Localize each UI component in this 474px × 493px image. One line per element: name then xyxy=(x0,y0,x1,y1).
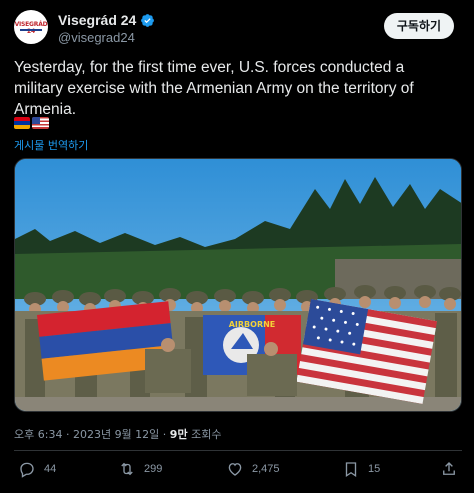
reply-button[interactable]: 44 xyxy=(18,460,56,478)
reply-count: 44 xyxy=(44,463,57,475)
handle[interactable]: @visegrad24 xyxy=(58,30,155,45)
tweet: VISEGRÁD 24 Visegrád 24 @visegrad24 구독하기… xyxy=(0,0,474,493)
avatar-logo: VISEGRÁD 24 xyxy=(14,21,48,35)
translate-post-link[interactable]: 게시물 번역하기 xyxy=(14,137,88,153)
action-bar: 44 299 2,475 15 xyxy=(14,460,462,486)
flag-emojis xyxy=(14,117,49,129)
armenia-flag-icon xyxy=(14,117,30,129)
tweet-header: VISEGRÁD 24 Visegrád 24 @visegrad24 구독하기 xyxy=(14,10,462,50)
tweet-meta: 오후 6:34 · 2023년 9월 12일 · 9만 조회수 xyxy=(14,426,221,442)
share-button[interactable] xyxy=(440,460,458,478)
tweet-photo[interactable]: AIRBORNE xyxy=(14,158,462,412)
author-info: Visegrád 24 @visegrad24 xyxy=(58,12,155,45)
bookmark-icon xyxy=(345,462,357,478)
post-date[interactable]: 2023년 9월 12일 xyxy=(73,428,159,441)
subscribe-button[interactable]: 구독하기 xyxy=(383,13,454,39)
tweet-text: Yesterday, for the first time ever, U.S.… xyxy=(14,59,414,118)
retweet-button[interactable]: 299 xyxy=(118,460,162,478)
group-photo-illustration: AIRBORNE xyxy=(15,159,461,411)
meta-separator: · xyxy=(62,428,73,441)
heart-icon xyxy=(228,463,242,476)
retweet-count: 299 xyxy=(144,463,163,475)
retweet-icon xyxy=(121,462,133,476)
post-time[interactable]: 오후 6:34 xyxy=(14,428,62,441)
reply-icon xyxy=(20,462,34,478)
usa-flag-icon xyxy=(32,117,49,129)
verified-badge-icon xyxy=(141,13,155,27)
airborne-banner-label: AIRBORNE xyxy=(229,320,276,329)
views-label: 조회수 xyxy=(187,428,222,441)
like-count: 2,475 xyxy=(252,463,280,475)
avatar-logo-bar xyxy=(20,29,42,31)
like-button[interactable]: 2,475 xyxy=(226,460,280,478)
meta-separator-2: · xyxy=(159,428,170,441)
share-icon xyxy=(443,462,455,475)
avatar[interactable]: VISEGRÁD 24 xyxy=(14,10,48,44)
bookmark-count: 15 xyxy=(368,463,381,475)
display-name[interactable]: Visegrád 24 xyxy=(58,12,136,28)
bookmark-button[interactable]: 15 xyxy=(342,460,380,478)
views-count: 9만 xyxy=(169,428,188,441)
divider xyxy=(14,450,462,451)
